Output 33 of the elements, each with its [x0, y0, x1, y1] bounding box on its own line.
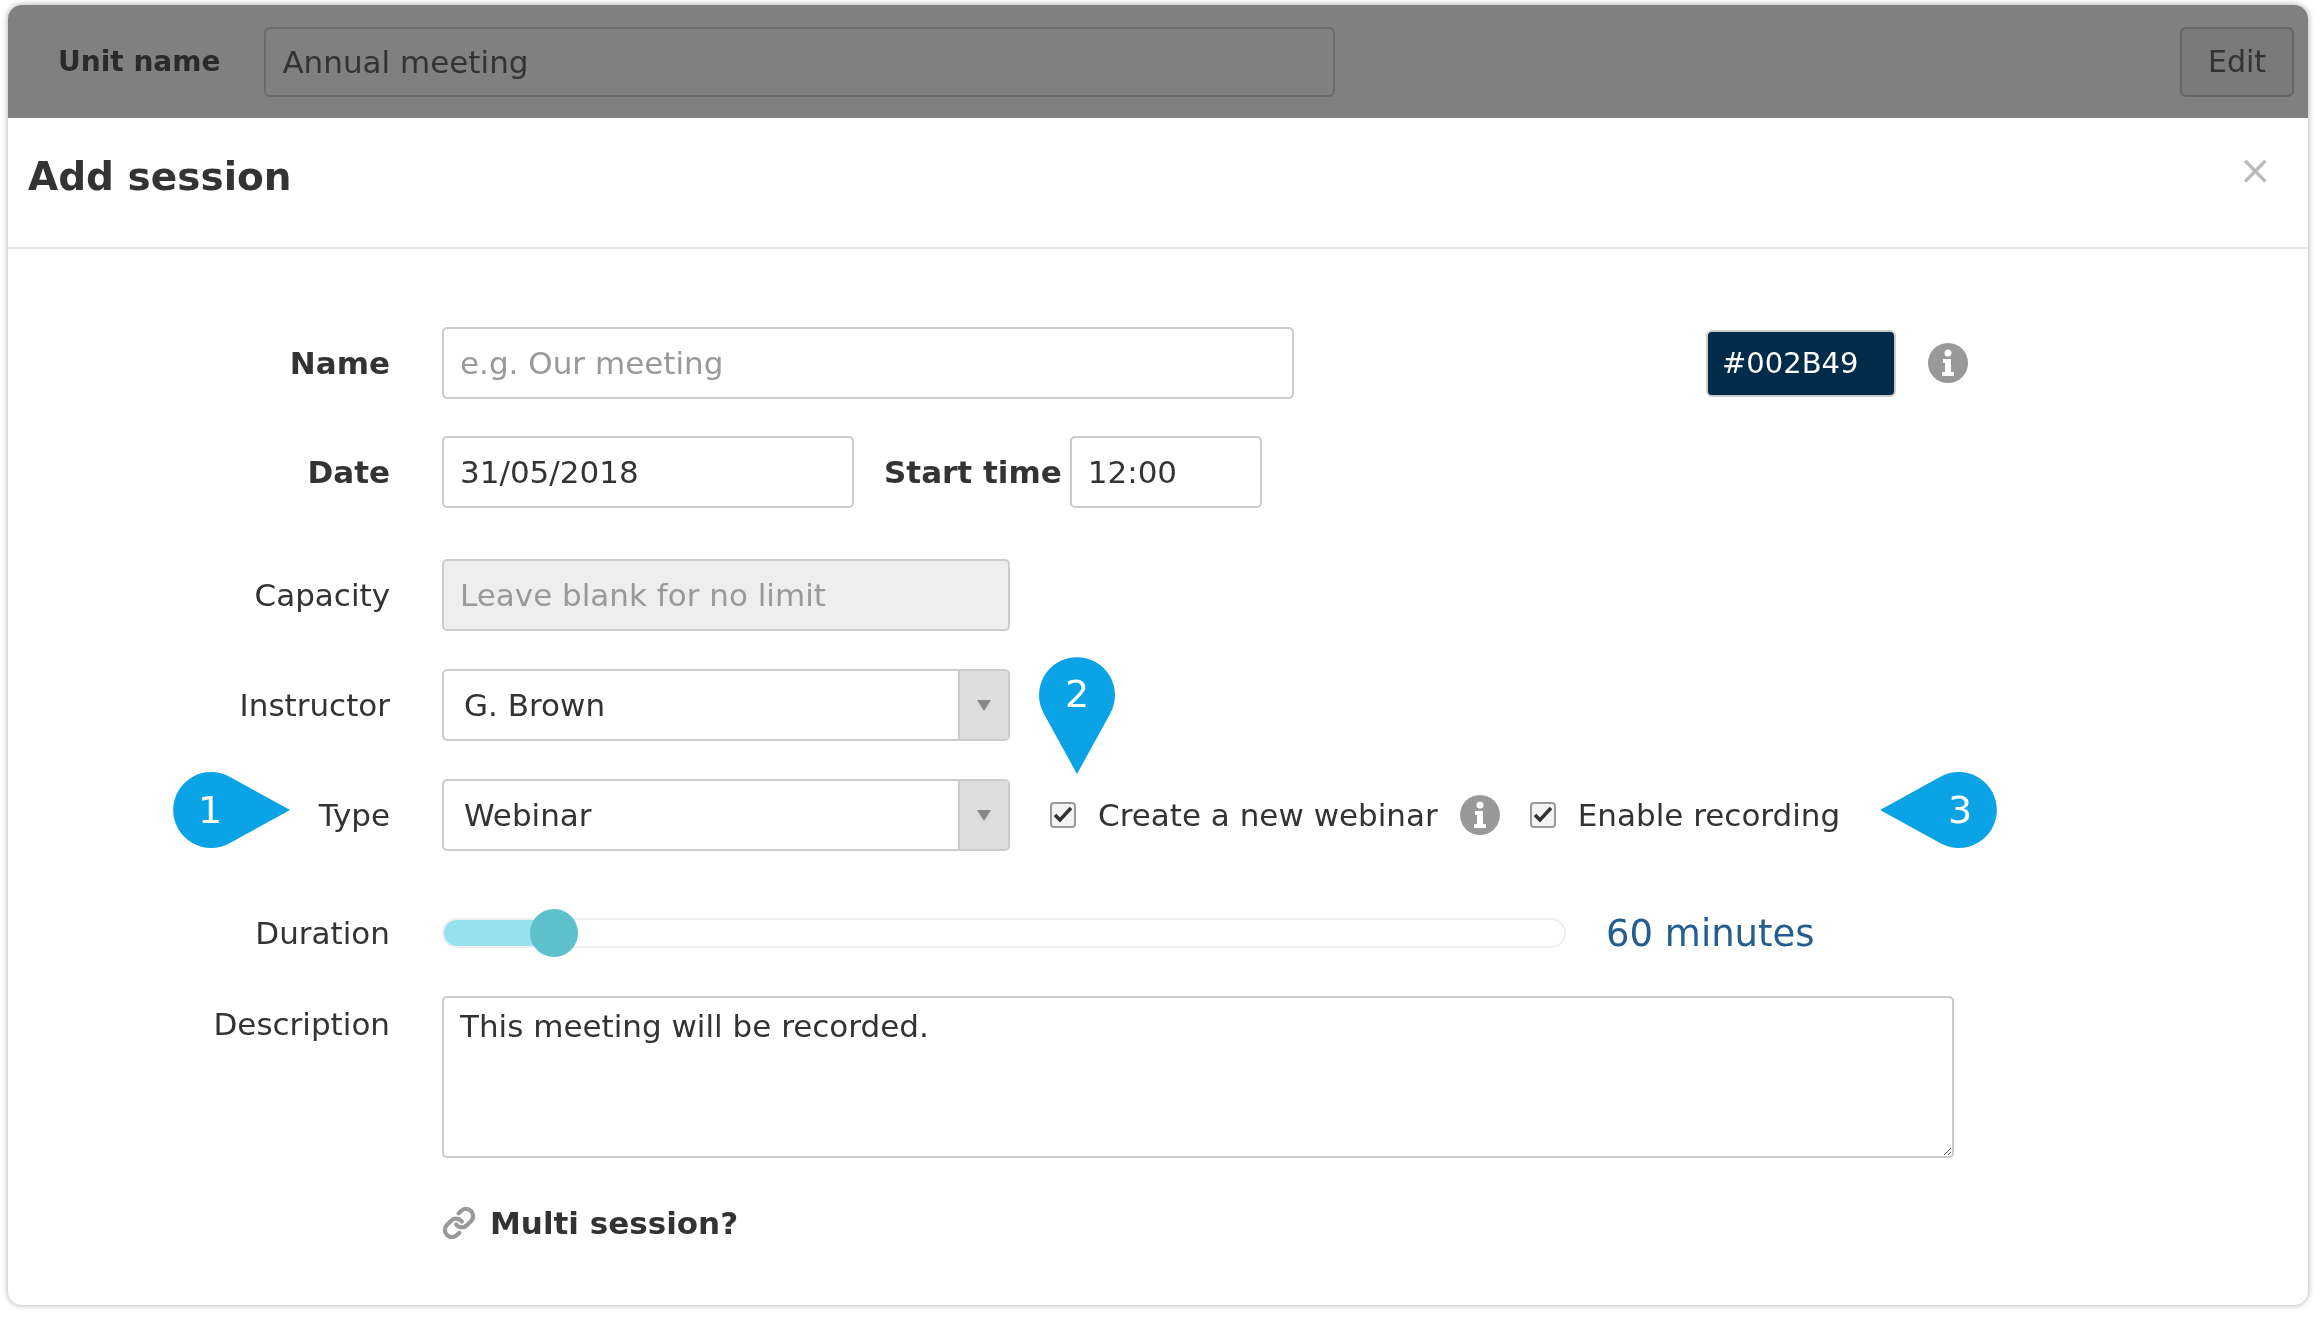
unit-name-label: Unit name	[58, 43, 221, 80]
start-time-field[interactable]: 12:00	[1069, 436, 1262, 508]
type-select[interactable]: Webinar	[442, 779, 1010, 851]
checkbox-label: Create a new webinar	[1098, 797, 1438, 833]
instructor-label: Instructor	[239, 687, 390, 723]
callout-marker: 3	[1878, 770, 2000, 850]
multi-session-link[interactable]: Multi session?	[442, 1205, 739, 1241]
callout-marker: 2	[1037, 654, 1117, 776]
instructor-select[interactable]: G. Brown	[442, 669, 1010, 741]
dialog-title: Add session	[28, 154, 292, 199]
link-icon	[442, 1206, 476, 1240]
checkbox-label: Enable recording	[1577, 797, 1841, 833]
name-field[interactable]: e.g. Our meeting	[442, 327, 1294, 399]
checkbox[interactable]	[1529, 802, 1556, 828]
start-time-label: Start time	[884, 454, 1062, 490]
color-badge[interactable]: #002B49	[1706, 329, 1896, 397]
description-label: Description	[213, 1006, 390, 1042]
duration-reading: 60 minutes	[1606, 911, 1815, 955]
slider-thumb[interactable]	[530, 909, 579, 957]
caret-icon	[977, 809, 991, 821]
type-label: Type	[318, 797, 390, 833]
capacity-label: Capacity	[254, 577, 390, 613]
checkbox[interactable]	[1050, 802, 1076, 828]
info-icon[interactable]	[1459, 795, 1500, 835]
description-field[interactable]: This meeting will be recorded.	[442, 996, 1954, 1158]
name-label: Name	[289, 345, 390, 381]
date-label: Date	[307, 454, 390, 490]
duration-slider[interactable]	[442, 908, 1566, 958]
info-icon[interactable]	[1928, 343, 1968, 383]
date-field[interactable]: 31/05/2018	[442, 436, 854, 508]
caret-icon	[977, 699, 991, 711]
callout-marker: 1	[170, 770, 292, 850]
duration-label: Duration	[255, 915, 390, 951]
